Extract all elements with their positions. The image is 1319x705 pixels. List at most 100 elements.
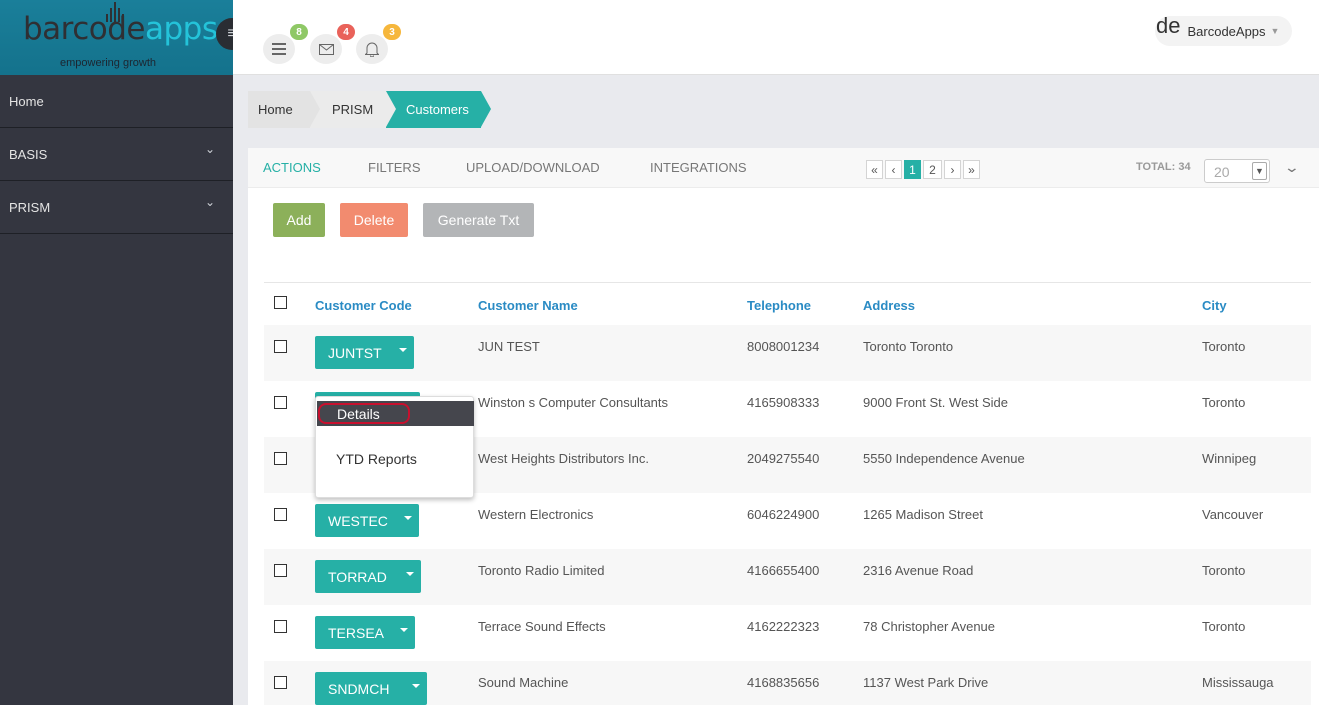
customer-code-label: WESTEC [328,512,388,529]
city: Mississauga [1202,675,1274,690]
panel-tabs: ACTIONS FILTERS UPLOAD/DOWNLOAD INTEGRAT… [248,148,1319,188]
city: Toronto [1202,563,1246,578]
customer-code-button[interactable]: TERSEA [315,616,415,649]
user-name: BarcodeApps [1187,23,1266,39]
telephone: 4166655400 [747,563,820,578]
customer-name: JUN TEST [478,339,540,354]
customer-name: Western Electronics [478,507,594,522]
column-header-customer-code[interactable]: Customer Code [315,298,412,313]
table-row: TORRAD Toronto Radio Limited 4166655400 … [264,549,1311,605]
brand-logo[interactable]: barcodeapps empowering growth [0,0,233,75]
telephone: 6046224900 [747,507,820,522]
city: Toronto [1202,395,1246,410]
sidebar-item-basis[interactable]: BASIS ⌄ [0,128,233,181]
next-page-button[interactable]: › [944,160,961,179]
first-page-button[interactable]: « [866,160,883,179]
menu-item-ytd-reports[interactable]: YTD Reports [336,451,417,467]
customer-code-button[interactable]: TORRAD [315,560,421,593]
customer-code-button[interactable]: JUNTST [315,336,414,369]
table-row: JUNTST JUN TEST 8008001234 Toronto Toron… [264,325,1311,381]
breadcrumb: Home PRISM Customers [248,91,491,128]
tab-integrations[interactable]: INTEGRATIONS [650,160,747,175]
alerts-button[interactable]: 3 [356,24,401,64]
messages-count-badge: 4 [337,24,355,40]
add-button[interactable]: Add [273,203,325,237]
city: Vancouver [1202,507,1264,522]
row-checkbox[interactable] [274,620,287,633]
top-bar: 8 4 3 de BarcodeApps ▼ [233,0,1319,75]
city: Winnipeg [1202,451,1257,466]
customer-code-label: JUNTST [328,344,382,361]
sidebar-item-prism[interactable]: PRISM ⌄ [0,181,233,234]
generate-txt-button[interactable]: Generate Txt [423,203,534,237]
row-checkbox[interactable] [274,396,287,409]
last-page-button[interactable]: » [963,160,980,179]
brand-tagline: empowering growth [60,57,156,69]
customer-name: Sound Machine [478,675,569,690]
breadcrumb-customers[interactable]: Customers [386,91,491,128]
customer-name: Terrace Sound Effects [478,619,606,634]
divider [264,282,1311,283]
table-row: TERSEA Terrace Sound Effects 4162222323 … [264,605,1311,661]
column-header-city[interactable]: City [1202,298,1227,313]
sidebar-item-label: Home [9,93,44,109]
column-header-telephone[interactable]: Telephone [747,298,811,313]
chevron-down-icon: ⌄ [204,142,215,156]
column-header-address[interactable]: Address [863,298,915,313]
page-1-button[interactable]: 1 [904,160,921,179]
sidebar-item-home[interactable]: Home [0,75,233,128]
bell-icon [365,42,379,57]
row-checkbox[interactable] [274,508,287,521]
customer-code-button[interactable]: SNDMCH [315,672,427,705]
breadcrumb-prism[interactable]: PRISM [310,91,396,128]
tab-filters[interactable]: FILTERS [368,160,421,175]
caret-down-icon [399,348,407,352]
table-row: SNDMCH Sound Machine 4168835656 1137 Wes… [264,661,1311,705]
user-menu[interactable]: de BarcodeApps ▼ [1155,13,1292,46]
collapse-panel-icon[interactable]: ⌄ [1284,159,1300,176]
caret-down-icon [406,572,414,576]
prev-page-button[interactable]: ‹ [885,160,902,179]
highlight-annotation [318,403,410,424]
address: 2316 Avenue Road [863,563,974,578]
caret-down-icon [400,628,408,632]
tasks-icon [272,43,286,55]
telephone: 4162222323 [747,619,820,634]
address: 1137 West Park Drive [863,675,989,690]
page-2-button[interactable]: 2 [923,160,942,179]
breadcrumb-home[interactable]: Home [248,91,320,128]
telephone: 4165908333 [747,395,820,410]
per-page-select[interactable]: 20 ▼ [1204,159,1270,183]
customer-code-button[interactable]: WESTEC [315,504,419,537]
select-all-checkbox[interactable] [274,296,287,309]
total-count: TOTAL: 34 [1136,161,1191,173]
address: 9000 Front St. West Side [863,395,1008,410]
row-checkbox[interactable] [274,564,287,577]
alerts-count-badge: 3 [383,24,401,40]
customer-name: Toronto Radio Limited [478,563,605,578]
address: 1265 Madison Street [863,507,983,522]
sidebar-item-label: BASIS [9,146,48,162]
tasks-button[interactable]: 8 [263,24,308,64]
city: Toronto [1202,339,1246,354]
address: Toronto Toronto [863,339,954,354]
caret-down-icon: ▼ [1270,26,1280,36]
sidebar: Home BASIS ⌄ PRISM ⌄ [0,75,233,705]
messages-button[interactable]: 4 [310,24,355,64]
customer-code-dropdown-menu: Details YTD Reports [315,396,474,498]
column-header-customer-name[interactable]: Customer Name [478,298,578,313]
row-checkbox[interactable] [274,340,287,353]
telephone: 8008001234 [747,339,820,354]
pagination: « ‹ 1 2 › » [866,160,980,179]
row-checkbox[interactable] [274,452,287,465]
customer-name: Winston s Computer Consultants [478,395,669,410]
table-row: WESTEC Western Electronics 6046224900 12… [264,493,1311,549]
tab-upload-download[interactable]: UPLOAD/DOWNLOAD [466,160,600,175]
delete-button[interactable]: Delete [340,203,408,237]
customer-code-label: TERSEA [328,624,385,641]
envelope-icon [318,43,334,55]
address: 5550 Independence Avenue [863,451,1025,466]
avatar: de [1156,13,1181,38]
tab-actions[interactable]: ACTIONS [263,160,321,175]
row-checkbox[interactable] [274,676,287,689]
